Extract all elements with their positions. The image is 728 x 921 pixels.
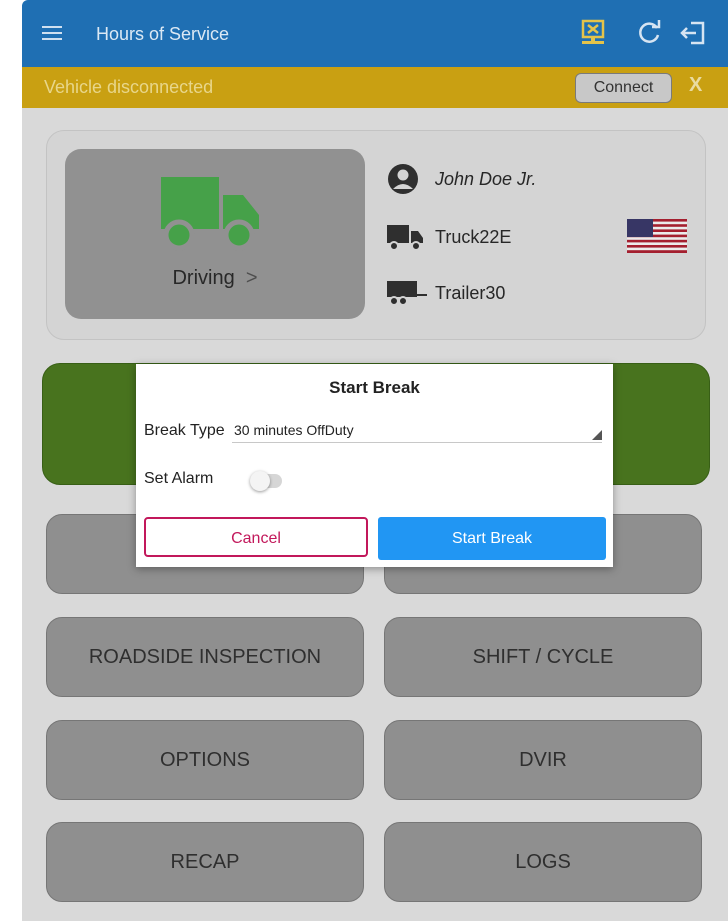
connection-alert-bar: Vehicle disconnected Connect X bbox=[22, 67, 728, 108]
logout-icon[interactable] bbox=[679, 18, 709, 48]
break-type-select[interactable]: 30 minutes OffDuty bbox=[232, 420, 602, 443]
page-title: Hours of Service bbox=[96, 24, 230, 44]
dismiss-alert-button[interactable]: X bbox=[689, 74, 702, 97]
set-alarm-toggle[interactable] bbox=[250, 471, 282, 491]
cancel-button[interactable]: Cancel bbox=[144, 517, 368, 557]
left-margin bbox=[0, 0, 22, 921]
dialog-title: Start Break bbox=[329, 378, 420, 397]
toggle-knob bbox=[250, 471, 270, 491]
dropdown-caret-icon bbox=[592, 430, 602, 440]
connect-button[interactable]: Connect bbox=[575, 73, 672, 103]
break-type-label: Break Type bbox=[144, 422, 225, 439]
top-app-bar: Hours of Service bbox=[22, 0, 728, 67]
alert-text: Vehicle disconnected bbox=[44, 77, 214, 97]
app-window: Hours of Service Vehicle disconnected Co… bbox=[22, 0, 728, 921]
eld-disconnected-icon[interactable] bbox=[578, 18, 608, 48]
refresh-icon[interactable] bbox=[635, 18, 665, 48]
start-break-button[interactable]: Start Break bbox=[378, 517, 606, 560]
set-alarm-label: Set Alarm bbox=[144, 470, 214, 487]
screen: Hours of Service Vehicle disconnected Co… bbox=[0, 0, 728, 921]
menu-icon[interactable] bbox=[42, 22, 62, 42]
start-break-dialog: Start Break Break Type 30 minutes OffDut… bbox=[136, 364, 613, 567]
break-type-value: 30 minutes OffDuty bbox=[234, 422, 354, 438]
